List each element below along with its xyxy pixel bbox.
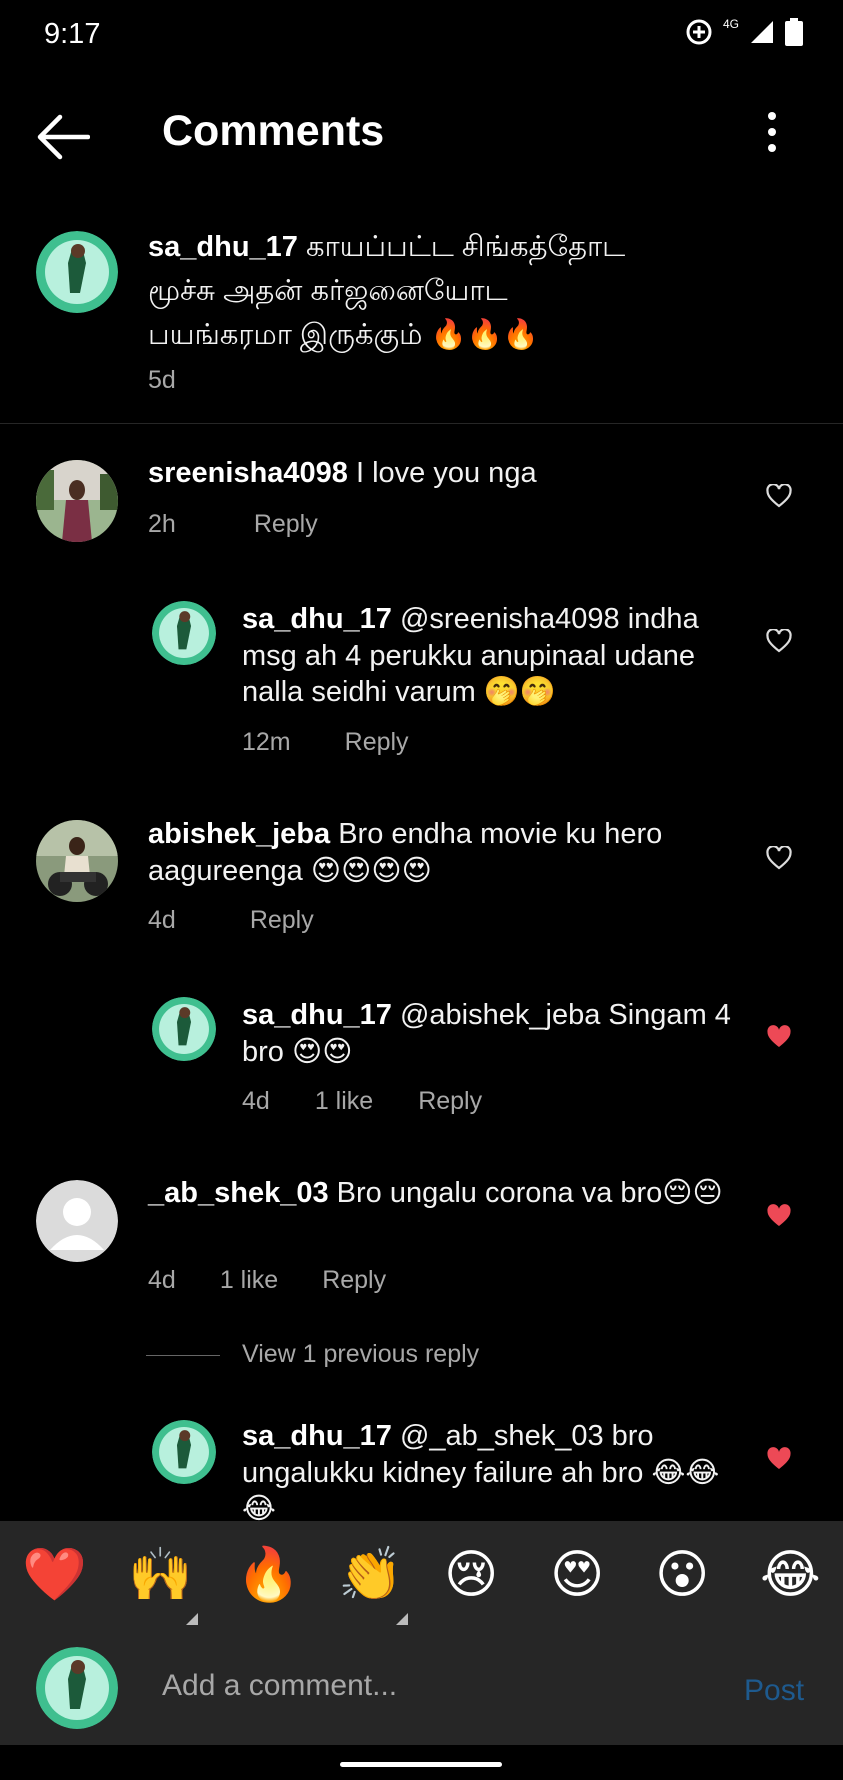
comment-username[interactable]: sa_dhu_17 <box>242 1420 392 1452</box>
emoji-surprised-face[interactable]: 😮 <box>655 1545 709 1605</box>
comment-time: 4d <box>148 906 176 934</box>
comment-text: sa_dhu_17 @sreenisha4098 indha msg ah 4 … <box>242 603 699 708</box>
likes-count[interactable]: 1 like <box>315 1087 373 1116</box>
caption-text: sa_dhu_17 காயப்பட்ட சிங்கத்தோட மூச்சு அத… <box>148 231 626 351</box>
page-title: Comments <box>162 107 385 155</box>
status-time: 9:17 <box>44 18 101 50</box>
post-button[interactable]: Post <box>744 1674 804 1708</box>
comment-username[interactable]: sreenisha4098 <box>148 457 348 489</box>
compose-avatar <box>36 1647 118 1729</box>
comment-username[interactable]: sa_dhu_17 <box>242 603 392 635</box>
comment-time: 4d <box>148 1266 176 1294</box>
more-options-icon[interactable] <box>760 110 784 160</box>
comment-text: sa_dhu_17 @_ab_shek_03 bro ungalukku kid… <box>242 1420 720 1521</box>
home-indicator[interactable] <box>340 1762 502 1767</box>
heart-filled-icon[interactable] <box>766 1447 792 1471</box>
caption-time: 5d <box>148 366 176 394</box>
caption-avatar[interactable] <box>36 231 118 313</box>
likes-count[interactable]: 1 like <box>220 1266 278 1295</box>
skin-tone-indicator <box>396 1613 408 1625</box>
comment-meta: 4d Reply <box>148 906 362 935</box>
emoji-tears-of-joy[interactable]: 😂 <box>760 1545 821 1605</box>
emoji-raised-hands[interactable]: 🙌 <box>128 1545 193 1605</box>
emoji-heart-eyes[interactable]: 😍 <box>550 1545 604 1605</box>
comment-time: 12m <box>242 728 291 756</box>
emoji-crying-face[interactable]: 😢 <box>444 1545 498 1605</box>
comment-text: sreenisha4098 I love you nga <box>148 457 537 489</box>
heart-outline-icon[interactable] <box>766 629 792 653</box>
reply-clip: sa_dhu_17 @_ab_shek_03 bro ungalukku kid… <box>0 1400 843 1521</box>
comment-meta: 4d 1 like Reply <box>242 1087 530 1116</box>
comment-meta: 2h Reply <box>148 510 366 539</box>
view-previous-reply[interactable]: View 1 previous reply <box>242 1340 479 1369</box>
skin-tone-indicator <box>186 1613 198 1625</box>
emoji-fire[interactable]: 🔥 <box>236 1545 301 1605</box>
battery-icon <box>785 18 803 46</box>
reply-button[interactable]: Reply <box>250 906 314 935</box>
reply-button[interactable]: Reply <box>254 510 318 539</box>
comment-text: sa_dhu_17 @abishek_jeba Singam 4 bro 😍😍 <box>242 999 731 1068</box>
reply-button[interactable]: Reply <box>345 728 409 757</box>
network-label: 4G <box>722 17 739 31</box>
avatar-abishek-jeba[interactable] <box>36 820 118 902</box>
signal-icon <box>751 21 773 43</box>
caption-username[interactable]: sa_dhu_17 <box>148 231 298 263</box>
comment-text: abishek_jeba Bro endha movie ku hero aag… <box>148 818 663 887</box>
avatar-ab-shek-03[interactable] <box>36 1180 118 1262</box>
heart-filled-icon[interactable] <box>766 1025 792 1049</box>
comment-meta: 4d 1 like Reply <box>148 1266 434 1295</box>
heart-filled-icon[interactable] <box>766 1204 792 1228</box>
comment-username[interactable]: _ab_shek_03 <box>148 1177 329 1209</box>
comment-time: 2h <box>148 510 176 538</box>
status-icons: 4G <box>685 17 803 46</box>
comment-text: _ab_shek_03 Bro ungalu corona va bro😔😔 <box>148 1177 723 1209</box>
avatar-sa-dhu-17[interactable] <box>152 601 216 665</box>
caption-meta: 5d <box>148 366 224 395</box>
avatar-sa-dhu-17[interactable] <box>152 1420 216 1484</box>
data-saver-icon <box>686 19 712 45</box>
caption-divider <box>0 423 843 424</box>
back-arrow-icon[interactable] <box>36 112 90 162</box>
comment-time: 4d <box>242 1087 270 1115</box>
emoji-clapping-hands[interactable]: 👏 <box>338 1545 403 1605</box>
reply-button[interactable]: Reply <box>322 1266 386 1295</box>
emoji-heart[interactable]: ❤️ <box>22 1545 87 1605</box>
comment-username[interactable]: sa_dhu_17 <box>242 999 392 1031</box>
avatar-sreenisha4098[interactable] <box>36 460 118 542</box>
comment-username[interactable]: abishek_jeba <box>148 818 330 850</box>
avatar-sa-dhu-17[interactable] <box>152 997 216 1061</box>
reply-button[interactable]: Reply <box>418 1087 482 1116</box>
emoji-bar: ❤️ 🙌 🔥 👏 😢 😍 😮 😂 <box>0 1521 843 1637</box>
heart-outline-icon[interactable] <box>766 846 792 870</box>
heart-outline-icon[interactable] <box>766 484 792 508</box>
comment-input[interactable]: Add a comment... <box>162 1669 397 1703</box>
compose-bar <box>0 1637 843 1745</box>
view-replies-line <box>146 1355 220 1356</box>
comment-meta: 12m Reply <box>242 728 457 757</box>
